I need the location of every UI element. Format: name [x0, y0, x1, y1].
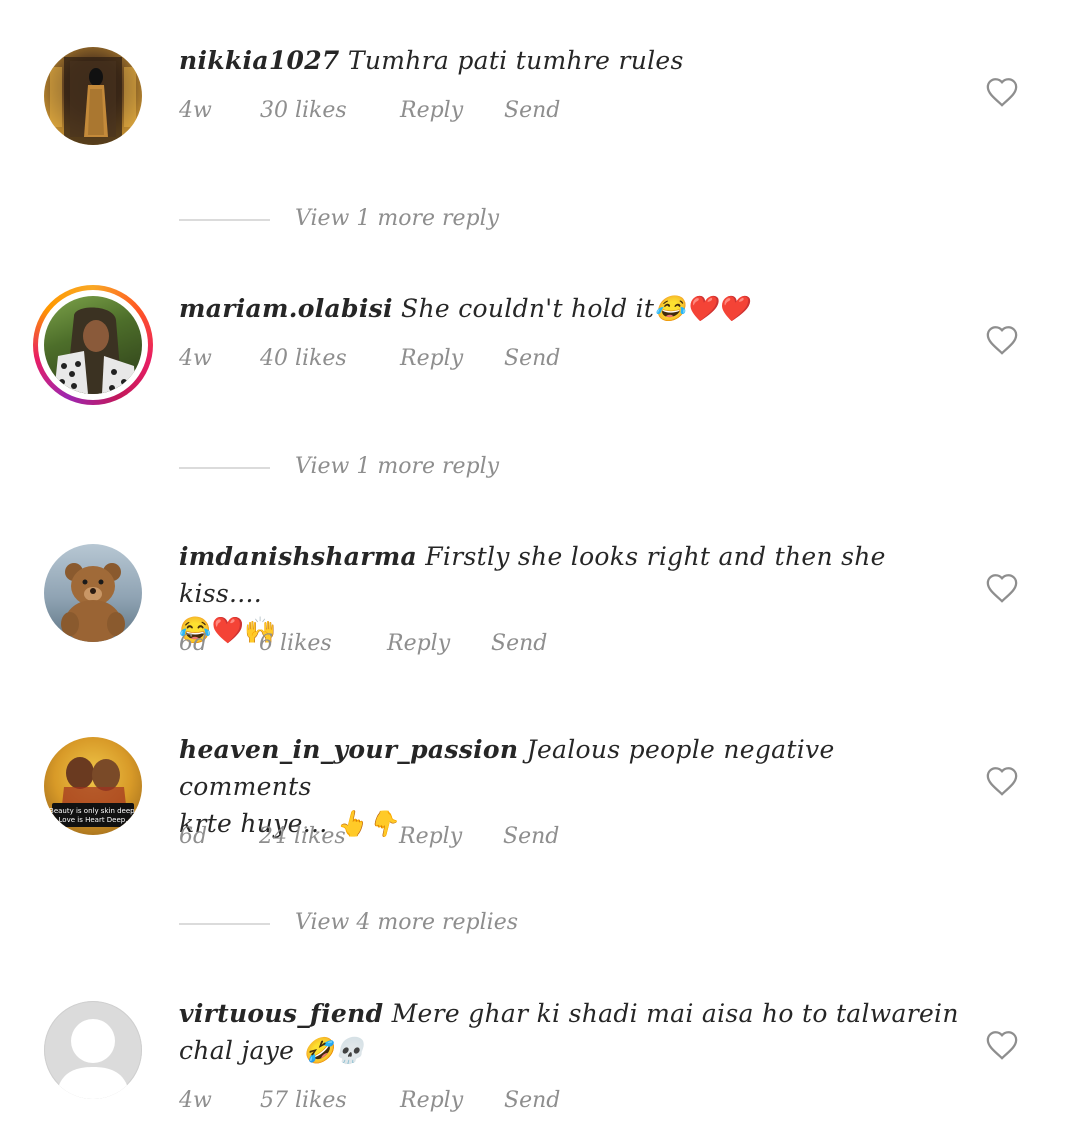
- avatar-nikkia1027[interactable]: [44, 47, 142, 145]
- avatar-mariam-olabisi[interactable]: [44, 296, 142, 394]
- comment-username[interactable]: imdanishsharma: [179, 542, 417, 571]
- avatar-heaven-in-your-passion[interactable]: Beauty is only skin deep; Love is Heart …: [44, 737, 142, 835]
- comment-text: virtuous_fiend Mere ghar ki shadi mai ai…: [179, 995, 959, 1069]
- reply-button[interactable]: Reply: [400, 1086, 463, 1116]
- story-ring[interactable]: [33, 285, 153, 405]
- avatar-caption-line-2: Love is Heart Deep.: [59, 816, 128, 824]
- heart-icon[interactable]: [985, 765, 1019, 797]
- view-replies-label[interactable]: View 4 more replies: [295, 908, 518, 938]
- comment-likes[interactable]: 30 likes: [260, 96, 347, 126]
- comment-username[interactable]: heaven_in_your_passion: [179, 735, 518, 764]
- comment-username[interactable]: virtuous_fiend: [179, 999, 383, 1028]
- heart-icon[interactable]: [985, 1029, 1019, 1061]
- comment-body: Mere ghar ki shadi mai aisa ho to talwar…: [391, 999, 959, 1028]
- default-avatar-icon: [56, 1019, 130, 1099]
- comment-time: 6d: [179, 824, 208, 849]
- avatar-virtuous-fiend[interactable]: [44, 1001, 142, 1099]
- comment-text: mariam.olabisi She couldn't hold it😂❤️❤️: [179, 290, 959, 327]
- comment-likes[interactable]: 6 likes: [259, 629, 332, 659]
- comment-likes[interactable]: 24 likes: [259, 822, 346, 852]
- replies-divider: [179, 923, 270, 925]
- avatar-photo: Beauty is only skin deep; Love is Heart …: [49, 757, 137, 827]
- avatar-photo: [61, 563, 125, 642]
- comment-likes[interactable]: 57 likes: [260, 1086, 347, 1116]
- comment-username[interactable]: mariam.olabisi: [179, 294, 393, 323]
- send-button[interactable]: Send: [504, 1086, 560, 1116]
- view-replies-label[interactable]: View 1 more reply: [295, 204, 499, 234]
- comment-username[interactable]: nikkia1027: [179, 46, 340, 75]
- comment-body: She couldn't hold it😂❤️❤️: [401, 294, 749, 323]
- comment-likes[interactable]: 40 likes: [260, 344, 347, 374]
- avatar-imdanishsharma[interactable]: [44, 544, 142, 642]
- comment-time: 4w: [179, 98, 212, 123]
- avatar-caption-line-1: Beauty is only skin deep;: [49, 807, 137, 815]
- avatar-photo: [50, 57, 136, 145]
- reply-button[interactable]: Reply: [387, 629, 450, 659]
- comment-text: nikkia1027 Tumhra pati tumhre rules: [179, 42, 959, 79]
- send-button[interactable]: Send: [504, 96, 560, 126]
- comment-body-line-2: chal jaye 🤣💀: [179, 1036, 366, 1065]
- comment-time: 4w: [179, 1088, 212, 1113]
- reply-button[interactable]: Reply: [399, 822, 462, 852]
- replies-divider: [179, 467, 270, 469]
- avatar-photo: [54, 307, 136, 394]
- comment-body: Tumhra pati tumhre rules: [347, 46, 684, 75]
- view-replies-label[interactable]: View 1 more reply: [295, 452, 499, 482]
- comment-time: 4w: [179, 346, 212, 371]
- reply-button[interactable]: Reply: [400, 344, 463, 374]
- send-button[interactable]: Send: [503, 822, 559, 852]
- heart-icon[interactable]: [985, 76, 1019, 108]
- replies-divider: [179, 219, 270, 221]
- heart-icon[interactable]: [985, 572, 1019, 604]
- reply-button[interactable]: Reply: [400, 96, 463, 126]
- comment-time: 6d: [179, 631, 208, 656]
- send-button[interactable]: Send: [504, 344, 560, 374]
- heart-icon[interactable]: [985, 324, 1019, 356]
- send-button[interactable]: Send: [491, 629, 547, 659]
